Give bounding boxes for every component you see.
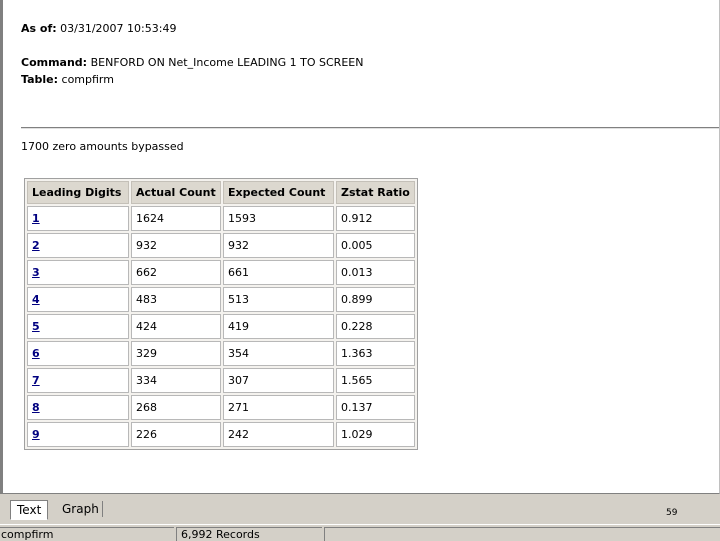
leading-digit-link[interactable]: 2 (32, 239, 40, 252)
expected-count-cell: 242 (223, 422, 334, 447)
expected-count-cell: 1593 (223, 206, 334, 231)
status-panel-empty (324, 527, 720, 541)
leading-digit-link[interactable]: 8 (32, 401, 40, 414)
tab-text[interactable]: Text (10, 500, 49, 520)
actual-count-cell: 329 (131, 341, 221, 366)
as-of-label: As of: (21, 22, 57, 35)
leading-digit-cell: 7 (27, 368, 129, 393)
divider (21, 127, 719, 129)
zstat-ratio-cell: 1.029 (336, 422, 415, 447)
actual-count-cell: 424 (131, 314, 221, 339)
actual-count-cell: 268 (131, 395, 221, 420)
expected-count-cell: 271 (223, 395, 334, 420)
zstat-ratio-cell: 1.363 (336, 341, 415, 366)
table-header-row: Leading Digits Actual Count Expected Cou… (27, 181, 415, 204)
zstat-ratio-cell: 1.565 (336, 368, 415, 393)
table-row: 5 424 419 0.228 (27, 314, 415, 339)
view-tab-bar: Text Graph 59 (0, 494, 720, 524)
benford-results-table: Leading Digits Actual Count Expected Cou… (24, 178, 418, 450)
status-record-count: 6,992 Records (176, 527, 322, 541)
command-line: Command: BENFORD ON Net_Income LEADING 1… (21, 56, 363, 69)
table-row: 4 483 513 0.899 (27, 287, 415, 312)
as-of-line: As of: 03/31/2007 10:53:49 (21, 22, 176, 35)
status-table-name: compfirm (0, 527, 174, 541)
table-line: Table: compfirm (21, 73, 114, 86)
bypass-note: 1700 zero amounts bypassed (21, 140, 184, 153)
leading-digit-cell: 5 (27, 314, 129, 339)
zstat-ratio-cell: 0.137 (336, 395, 415, 420)
leading-digit-link[interactable]: 1 (32, 212, 40, 225)
table-label: Table: (21, 73, 59, 86)
table-row: 8 268 271 0.137 (27, 395, 415, 420)
zstat-ratio-cell: 0.228 (336, 314, 415, 339)
actual-count-cell: 932 (131, 233, 221, 258)
tab-graph[interactable]: Graph (56, 500, 105, 518)
zstat-ratio-cell: 0.899 (336, 287, 415, 312)
tab-divider (102, 501, 103, 517)
zstat-ratio-cell: 0.013 (336, 260, 415, 285)
column-header-zstat-ratio: Zstat Ratio (336, 181, 415, 204)
expected-count-cell: 307 (223, 368, 334, 393)
expected-count-cell: 932 (223, 233, 334, 258)
expected-count-cell: 513 (223, 287, 334, 312)
zstat-ratio-cell: 0.005 (336, 233, 415, 258)
actual-count-cell: 662 (131, 260, 221, 285)
command-label: Command: (21, 56, 88, 69)
leading-digit-cell: 2 (27, 233, 129, 258)
expected-count-cell: 661 (223, 260, 334, 285)
leading-digit-cell: 8 (27, 395, 129, 420)
actual-count-cell: 483 (131, 287, 221, 312)
command-value: BENFORD ON Net_Income LEADING 1 TO SCREE… (90, 56, 364, 69)
leading-digit-cell: 3 (27, 260, 129, 285)
zstat-ratio-cell: 0.912 (336, 206, 415, 231)
leading-digit-link[interactable]: 9 (32, 428, 40, 441)
leading-digit-link[interactable]: 4 (32, 293, 40, 306)
table-row: 9 226 242 1.029 (27, 422, 415, 447)
leading-digit-link[interactable]: 6 (32, 347, 40, 360)
table-row: 2 932 932 0.005 (27, 233, 415, 258)
actual-count-cell: 226 (131, 422, 221, 447)
status-bar: compfirm 6,992 Records (0, 524, 720, 541)
table-row: 1 1624 1593 0.912 (27, 206, 415, 231)
leading-digit-cell: 6 (27, 341, 129, 366)
leading-digit-link[interactable]: 5 (32, 320, 40, 333)
table-row: 3 662 661 0.013 (27, 260, 415, 285)
actual-count-cell: 1624 (131, 206, 221, 231)
table-value: compfirm (61, 73, 114, 86)
actual-count-cell: 334 (131, 368, 221, 393)
expected-count-cell: 419 (223, 314, 334, 339)
leading-digit-link[interactable]: 7 (32, 374, 40, 387)
leading-digit-cell: 4 (27, 287, 129, 312)
column-header-expected-count: Expected Count (223, 181, 334, 204)
table-row: 7 334 307 1.565 (27, 368, 415, 393)
table-row: 6 329 354 1.363 (27, 341, 415, 366)
leading-digit-cell: 1 (27, 206, 129, 231)
column-header-leading-digits: Leading Digits (27, 181, 129, 204)
leading-digit-cell: 9 (27, 422, 129, 447)
column-header-actual-count: Actual Count (131, 181, 221, 204)
results-pane: As of: 03/31/2007 10:53:49 Command: BENF… (0, 0, 720, 494)
expected-count-cell: 354 (223, 341, 334, 366)
page-number: 59 (666, 508, 678, 518)
as-of-value: 03/31/2007 10:53:49 (60, 22, 177, 35)
leading-digit-link[interactable]: 3 (32, 266, 40, 279)
